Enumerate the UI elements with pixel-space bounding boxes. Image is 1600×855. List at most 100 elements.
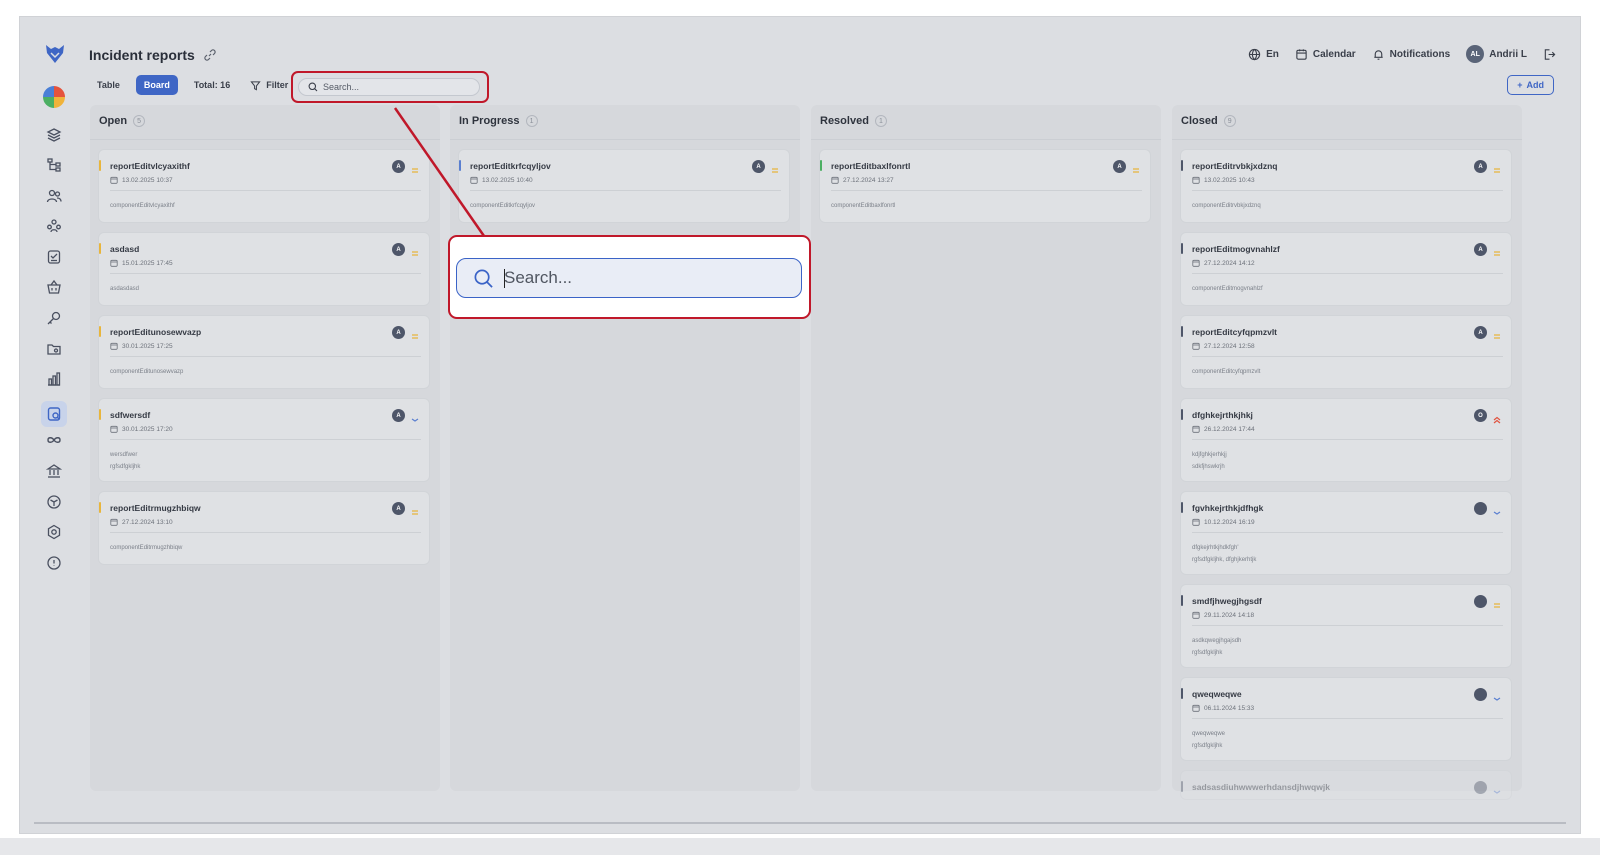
incident-reports-icon[interactable] <box>41 401 67 427</box>
users-icon[interactable] <box>45 187 63 205</box>
incident-card[interactable]: reportEditkrfcqyljov 13.02.2025 10:40 comp… <box>458 149 790 223</box>
hierarchy-icon[interactable] <box>45 156 63 174</box>
card-description: componentEditrmugzhbiqw <box>110 542 182 554</box>
notifications-button[interactable]: Notifications <box>1372 48 1450 61</box>
card-description-line: rgfsdfgkljhk <box>1192 743 1223 749</box>
table-view-button[interactable]: Table <box>89 75 128 95</box>
assignee-avatar[interactable]: A <box>392 243 405 256</box>
document-check-icon[interactable] <box>45 248 63 266</box>
card-date-value: 13.02.2025 10:40 <box>482 176 533 184</box>
card-separator <box>110 273 421 274</box>
assignee-avatar[interactable]: A <box>392 502 405 515</box>
incident-card[interactable]: sdfwersdf 30.01.2025 17:20 wersdfwer rgfsdf… <box>98 398 430 482</box>
card-date-value: 10.12.2024 16:19 <box>1204 518 1255 526</box>
card-date: 26.12.2024 17:44 <box>1192 425 1255 433</box>
card-date-value: 27.12.2024 13:10 <box>122 518 173 526</box>
incident-card[interactable]: reportEditcyfqpmzvlt 27.12.2024 12:58 comp… <box>1180 315 1512 389</box>
priority-low-icon <box>1493 783 1501 794</box>
bar-chart-icon[interactable] <box>45 370 63 388</box>
card-separator <box>110 356 421 357</box>
user-menu[interactable]: AL Andrii L <box>1466 45 1527 63</box>
card-date-value: 13.02.2025 10:37 <box>122 176 173 184</box>
calendar-icon <box>110 518 118 526</box>
calendar-icon <box>1296 48 1307 60</box>
card-title: fgvhkejrthkjdfhgk <box>1192 503 1264 513</box>
layers-icon[interactable] <box>45 126 63 144</box>
avatar: AL <box>1466 45 1485 63</box>
assignee-avatar[interactable] <box>1474 595 1487 608</box>
incident-card[interactable]: reportEditbaxlfonrtl 27.12.2024 13:27 comp… <box>819 149 1151 223</box>
assignee-avatar[interactable]: A <box>1474 160 1487 173</box>
horizontal-scrollbar[interactable] <box>34 822 1566 824</box>
team-icon[interactable] <box>45 217 63 235</box>
language-selector[interactable]: En <box>1248 48 1279 61</box>
basket-icon[interactable] <box>45 278 63 296</box>
calendar-button[interactable]: Calendar <box>1295 48 1356 61</box>
incident-card[interactable]: reportEditvlcyaxithf 13.02.2025 10:37 comp… <box>98 149 430 223</box>
info-icon[interactable] <box>45 554 63 572</box>
assignee-avatar[interactable] <box>1474 688 1487 701</box>
assignee-avatar[interactable] <box>1474 502 1487 515</box>
assignee-avatar[interactable]: A <box>1474 326 1487 339</box>
plus-icon: + <box>1517 80 1523 90</box>
assignee-avatar[interactable]: A <box>1474 243 1487 256</box>
settings-icon[interactable] <box>45 523 63 541</box>
incident-card[interactable]: fgvhkejrthkjdfhgk 10.12.2024 16:19 dfgkejr… <box>1180 491 1512 575</box>
column-header: Open 5 <box>99 115 146 127</box>
card-title: reportEditbaxlfonrtl <box>831 161 911 171</box>
incident-card[interactable]: reportEditmogvnahlzf 27.12.2024 14:12 comp… <box>1180 232 1512 306</box>
card-date-value: 27.12.2024 12:58 <box>1204 342 1255 350</box>
color-wheel-icon[interactable] <box>43 86 65 108</box>
fox-logo-icon[interactable] <box>44 43 66 65</box>
card-description-line: componentEditmogvnahlzf <box>1192 286 1263 292</box>
box-icon[interactable] <box>45 493 63 511</box>
filter-button[interactable]: Filter <box>246 80 292 91</box>
card-separator <box>1192 532 1503 533</box>
calendar-icon <box>110 259 118 267</box>
search-input[interactable]: Search... <box>298 78 480 96</box>
card-date-value: 30.01.2025 17:20 <box>122 425 173 433</box>
header-actions: En Calendar Notifications AL Andrii L <box>1248 45 1556 63</box>
incident-card[interactable]: asdasd 15.01.2025 17:45 asdasdasd A <box>98 232 430 306</box>
incident-card[interactable]: smdfjhwegjhgsdf 29.11.2024 14:18 asdkqwegj… <box>1180 584 1512 668</box>
card-date: 13.02.2025 10:43 <box>1192 176 1255 184</box>
search-icon <box>308 82 318 92</box>
column-divider <box>450 139 800 140</box>
logout-icon[interactable] <box>1543 48 1556 61</box>
incident-card[interactable]: reportEditrvbkjxdznq 13.02.2025 10:43 comp… <box>1180 149 1512 223</box>
card-description: asdkqwegjhgajsdh rgfsdfgkljhk <box>1192 635 1241 659</box>
card-title: reportEditkrfcqyljov <box>470 161 551 171</box>
incident-card[interactable]: reportEditunosewvazp 30.01.2025 17:25 comp… <box>98 315 430 389</box>
assignee-avatar[interactable]: O <box>1474 409 1487 422</box>
link-icon[interactable] <box>204 49 216 61</box>
filter-label: Filter <box>266 80 289 90</box>
bell-icon <box>1373 49 1383 60</box>
card-separator <box>1192 439 1503 440</box>
infinity-icon[interactable] <box>45 431 63 449</box>
board-view-button[interactable]: Board <box>135 75 178 95</box>
assignee-avatar[interactable]: A <box>752 160 765 173</box>
incident-card[interactable]: sadsasdiuhwwwerhdansdjhwqwjk <box>1180 770 1512 800</box>
incident-card[interactable]: qweqweqwe 06.11.2024 15:33 qweqweqwe rgfsdf… <box>1180 677 1512 761</box>
card-status-bar <box>1181 326 1183 337</box>
priority-medium-icon <box>1132 162 1140 173</box>
assignee-avatar[interactable]: A <box>1113 160 1126 173</box>
priority-low-icon <box>1493 690 1501 701</box>
incident-card[interactable]: reportEditrmugzhbiqw 27.12.2024 13:10 comp… <box>98 491 430 565</box>
assignee-avatar[interactable] <box>1474 781 1487 794</box>
key-icon[interactable] <box>45 309 63 327</box>
column-title: Open <box>99 115 128 127</box>
card-description: qweqweqwe rgfsdfgkljhk <box>1192 728 1225 752</box>
bank-icon[interactable] <box>45 462 63 480</box>
search-input-zoomed[interactable]: Search... <box>456 258 802 298</box>
filter-icon <box>250 80 261 90</box>
app-window: Incident reports En Calendar Notificatio… <box>19 16 1581 834</box>
add-button[interactable]: + Add <box>1507 75 1554 95</box>
incident-card[interactable]: dfghkejrthkjhkj 26.12.2024 17:44 kdjfghkje… <box>1180 398 1512 482</box>
column-title: Resolved <box>820 115 869 127</box>
assignee-avatar[interactable]: A <box>392 160 405 173</box>
assignee-avatar[interactable]: A <box>392 409 405 422</box>
folder-icon[interactable] <box>45 340 63 358</box>
assignee-avatar[interactable]: A <box>392 326 405 339</box>
card-status-bar <box>1181 595 1183 606</box>
